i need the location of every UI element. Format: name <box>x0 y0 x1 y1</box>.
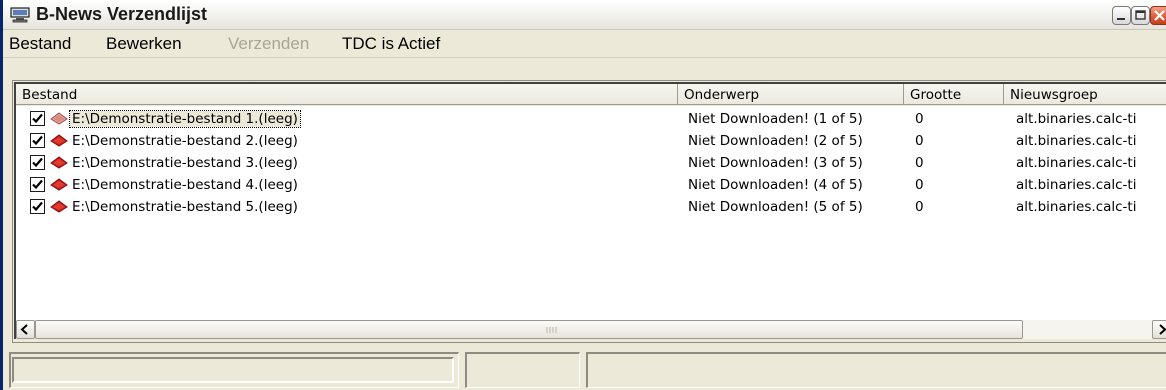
checkmark-icon <box>32 179 43 190</box>
minimize-button[interactable] <box>1112 6 1131 25</box>
checkmark-icon <box>32 113 43 124</box>
row-size: 0 <box>915 177 924 193</box>
title-bar[interactable]: B-News Verzendlijst <box>3 0 1166 30</box>
status-panel-3 <box>586 352 1166 388</box>
row-size: 0 <box>915 155 924 171</box>
checkmark-icon <box>32 201 43 212</box>
checkmark-icon <box>32 157 43 168</box>
book-icon <box>50 200 68 213</box>
row-subject: Niet Downloaden! (2 of 5) <box>688 133 863 149</box>
close-icon <box>1154 10 1165 21</box>
row-file[interactable]: E:\Demonstratie-bestand 2.(leeg) <box>72 133 298 149</box>
list-row[interactable]: E:\Demonstratie-bestand 3.(leeg) Niet Do… <box>16 152 1166 174</box>
list-row[interactable]: E:\Demonstratie-bestand 1.(leeg) Niet Do… <box>16 108 1166 130</box>
book-icon <box>50 134 68 147</box>
row-checkbox[interactable] <box>30 155 45 170</box>
scroll-left-button[interactable] <box>16 320 35 339</box>
minimize-icon <box>1117 18 1125 20</box>
horizontal-scrollbar[interactable] <box>16 320 1166 339</box>
book-icon <box>50 156 68 169</box>
row-checkbox[interactable] <box>30 199 45 214</box>
arrow-right-icon <box>1159 324 1166 335</box>
row-subject: Niet Downloaden! (1 of 5) <box>688 111 863 127</box>
row-newsgroup: alt.binaries.calc-ti <box>1016 177 1137 193</box>
row-subject: Niet Downloaden! (4 of 5) <box>688 177 863 193</box>
scroll-right-button[interactable] <box>1152 320 1166 339</box>
row-newsgroup: alt.binaries.calc-ti <box>1016 111 1137 127</box>
row-checkbox[interactable] <box>30 177 45 192</box>
status-panel-2 <box>465 352 580 388</box>
book-icon <box>50 112 68 125</box>
grip-icon <box>546 327 557 333</box>
maximize-button[interactable] <box>1131 6 1150 25</box>
column-header-onderwerp[interactable]: Onderwerp <box>678 84 904 105</box>
scroll-thumb[interactable] <box>35 320 1023 339</box>
row-checkbox[interactable] <box>30 111 45 126</box>
row-newsgroup: alt.binaries.calc-ti <box>1016 199 1137 215</box>
menu-bar: Bestand Bewerken Verzenden TDC is Actief <box>3 30 1166 58</box>
row-checkbox[interactable] <box>30 133 45 148</box>
row-size: 0 <box>915 111 924 127</box>
menu-bestand[interactable]: Bestand <box>9 34 71 54</box>
row-file[interactable]: E:\Demonstratie-bestand 1.(leeg) <box>69 110 301 128</box>
row-file[interactable]: E:\Demonstratie-bestand 4.(leeg) <box>72 177 298 193</box>
close-button[interactable] <box>1150 6 1166 25</box>
row-file[interactable]: E:\Demonstratie-bestand 5.(leeg) <box>72 199 298 215</box>
send-list[interactable]: Bestand Onderwerp Grootte Nieuwsgroep E:… <box>14 82 1166 339</box>
menu-tdc-is-actief[interactable]: TDC is Actief <box>342 34 440 54</box>
app-window: B-News Verzendlijst Bestand Bewerken Ver… <box>0 0 1166 390</box>
row-size: 0 <box>915 199 924 215</box>
status-panel-progress <box>9 352 459 388</box>
column-header-nieuwsgroep[interactable]: Nieuwsgroep <box>1004 84 1166 105</box>
book-icon <box>50 178 68 191</box>
computer-icon <box>10 7 30 23</box>
row-newsgroup: alt.binaries.calc-ti <box>1016 155 1137 171</box>
list-row[interactable]: E:\Demonstratie-bestand 4.(leeg) Niet Do… <box>16 174 1166 196</box>
window-title: B-News Verzendlijst <box>36 4 208 24</box>
list-header: Bestand Onderwerp Grootte Nieuwsgroep <box>16 84 1166 106</box>
row-size: 0 <box>915 133 924 149</box>
column-header-grootte[interactable]: Grootte <box>904 84 1004 105</box>
column-header-bestand[interactable]: Bestand <box>16 84 678 105</box>
status-bar <box>3 344 1166 390</box>
maximize-icon <box>1135 10 1146 20</box>
arrow-left-icon <box>20 324 28 335</box>
row-file[interactable]: E:\Demonstratie-bestand 3.(leeg) <box>72 155 298 171</box>
progress-bar <box>12 357 454 383</box>
list-row[interactable]: E:\Demonstratie-bestand 5.(leeg) Niet Do… <box>16 196 1166 218</box>
list-row[interactable]: E:\Demonstratie-bestand 2.(leeg) Niet Do… <box>16 130 1166 152</box>
row-subject: Niet Downloaden! (3 of 5) <box>688 155 863 171</box>
checkmark-icon <box>32 135 43 146</box>
row-newsgroup: alt.binaries.calc-ti <box>1016 133 1137 149</box>
row-subject: Niet Downloaden! (5 of 5) <box>688 199 863 215</box>
menu-bewerken[interactable]: Bewerken <box>106 34 182 54</box>
menu-verzenden: Verzenden <box>228 34 310 53</box>
